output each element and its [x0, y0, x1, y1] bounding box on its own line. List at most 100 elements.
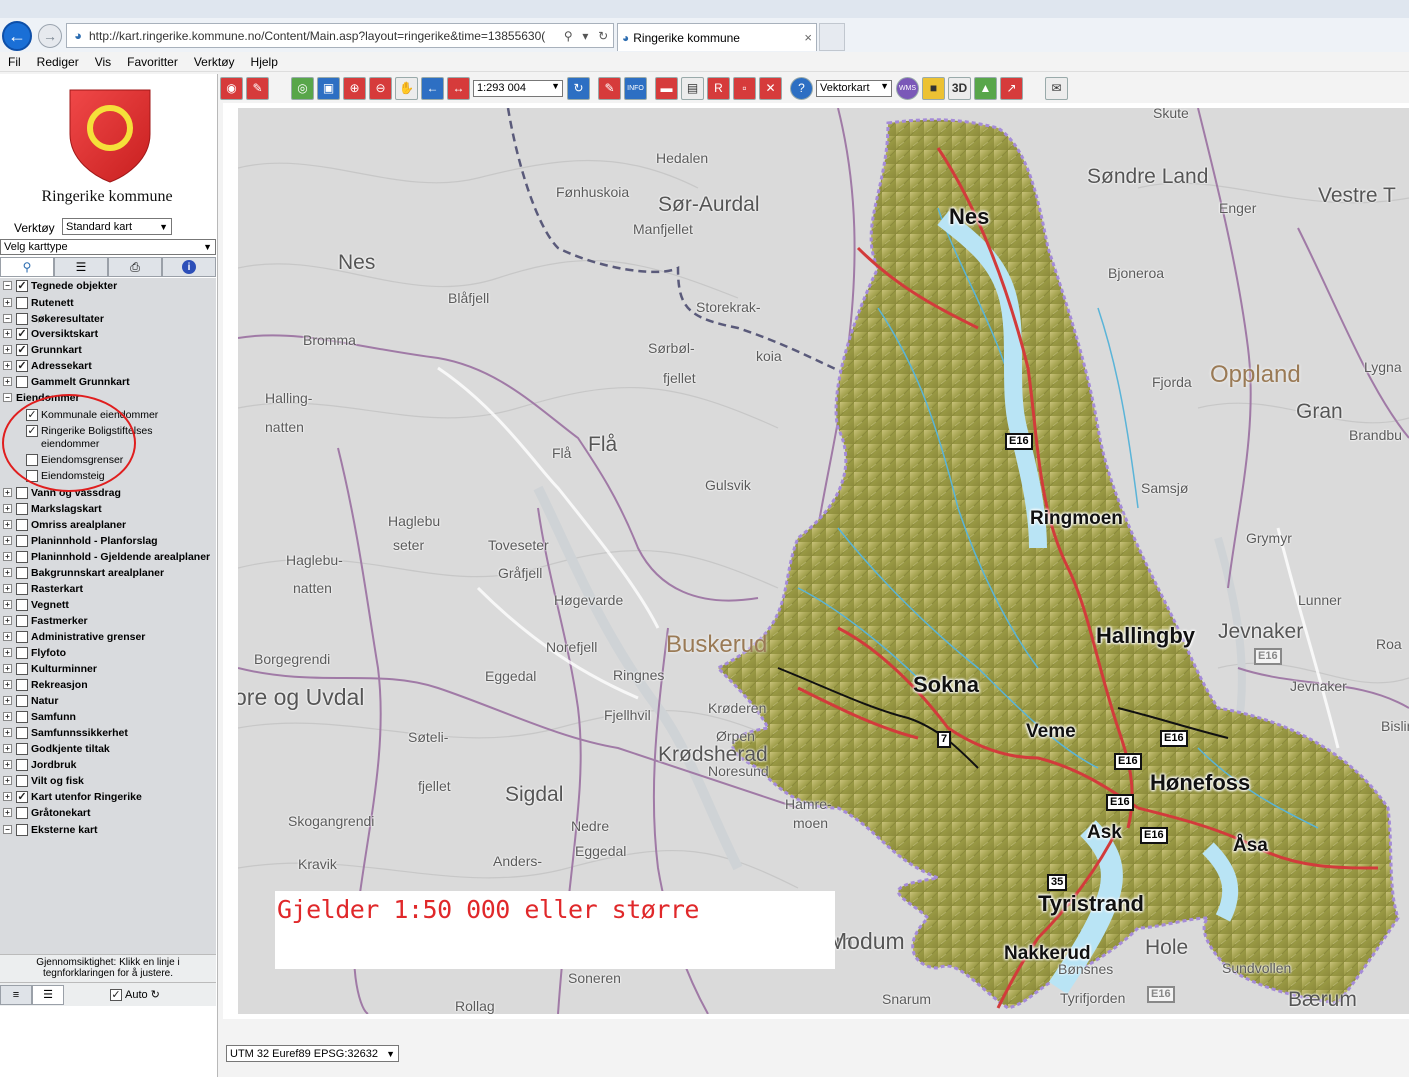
scale-tool-button[interactable]: ↔ — [447, 76, 470, 100]
expand-toggle-icon[interactable]: + — [3, 632, 12, 641]
layer-checkbox[interactable] — [16, 296, 28, 309]
expand-toggle-icon[interactable]: + — [3, 696, 12, 705]
expand-toggle-icon[interactable]: + — [3, 744, 12, 753]
wms-button[interactable]: WMS — [896, 76, 919, 100]
profile-button[interactable]: ↗ — [1000, 76, 1023, 100]
layer-row[interactable]: + Samfunnssikkerhet — [0, 725, 128, 740]
list-view-tab[interactable]: ☰ — [32, 984, 64, 1005]
menu-item[interactable]: Favoritter — [119, 55, 186, 69]
layer-checkbox[interactable] — [16, 630, 28, 643]
binoculars-button[interactable]: ◉ — [220, 76, 243, 100]
url-text[interactable]: http://kart.ringerike.kommune.no/Content… — [89, 29, 559, 43]
layer-row[interactable]: + Planinnhold - Gjeldende arealplaner — [0, 549, 210, 564]
tab-legend[interactable]: ☰ — [54, 257, 108, 277]
lock-button[interactable]: ■ — [922, 76, 945, 100]
expand-toggle-icon[interactable]: + — [3, 728, 12, 737]
expand-toggle-icon[interactable]: + — [3, 552, 12, 561]
layer-row[interactable]: + Planinnhold - Planforslag — [0, 533, 158, 548]
map-canvas[interactable]: Hedalen Fønhuskoia Manfjellet Blåfjell B… — [238, 108, 1409, 1014]
layer-checkbox[interactable] — [16, 582, 28, 595]
scale-select[interactable]: 1:293 004 ▼ — [473, 79, 563, 97]
layer-row[interactable]: + Vilt og fisk — [0, 773, 84, 788]
forward-button[interactable]: → — [38, 24, 62, 48]
measure-button[interactable]: ✎ — [598, 76, 621, 100]
expand-toggle-icon[interactable]: + — [3, 584, 12, 593]
layer-checkbox[interactable] — [16, 518, 28, 531]
layer-checkbox[interactable] — [16, 502, 28, 515]
expand-toggle-icon[interactable]: + — [3, 616, 12, 625]
email-button[interactable]: ✉ — [1045, 76, 1068, 100]
expand-toggle-icon[interactable]: + — [3, 536, 12, 545]
layer-row[interactable]: + Gammelt Grunnkart — [0, 374, 130, 389]
expand-toggle-icon[interactable]: + — [3, 345, 12, 354]
layer-checkbox[interactable] — [16, 758, 28, 771]
layer-row[interactable]: − Søkeresultater — [0, 311, 104, 326]
full-extent-button[interactable]: ◎ — [291, 76, 314, 100]
layer-checkbox[interactable] — [16, 598, 28, 611]
layer-checkbox[interactable] — [16, 375, 28, 388]
expand-toggle-icon[interactable]: − — [3, 314, 12, 323]
zoom-out-button[interactable]: ⊖ — [369, 76, 392, 100]
layer-checkbox[interactable] — [16, 742, 28, 755]
layer-row[interactable]: + Natur — [0, 693, 58, 708]
infoland-button[interactable]: INFO — [624, 76, 647, 100]
expand-toggle-icon[interactable]: − — [3, 393, 12, 402]
terrain-button[interactable]: ▲ — [974, 76, 997, 100]
document-button[interactable]: ▤ — [681, 76, 704, 100]
clear-button[interactable]: ✕ — [759, 76, 782, 100]
refresh-icon[interactable]: ↻ — [598, 29, 608, 43]
layer-checkbox[interactable] — [16, 312, 28, 325]
expand-toggle-icon[interactable]: + — [3, 504, 12, 513]
tab-search[interactable]: ⚲ — [0, 257, 54, 277]
layer-checkbox[interactable]: ✓ — [16, 327, 28, 340]
auto-checkbox[interactable]: ✓ — [110, 988, 122, 1001]
expand-toggle-icon[interactable]: + — [3, 776, 12, 785]
expand-toggle-icon[interactable]: − — [3, 825, 12, 834]
layer-checkbox[interactable] — [16, 710, 28, 723]
expand-toggle-icon[interactable]: + — [3, 648, 12, 657]
tab-print[interactable]: ⎙ — [108, 257, 162, 277]
layer-row[interactable]: + Omriss arealplaner — [0, 517, 126, 532]
refresh-map-button[interactable]: ↻ — [567, 76, 590, 100]
layer-checkbox[interactable]: ✓ — [16, 279, 28, 292]
help-button[interactable]: ? — [790, 76, 813, 100]
layer-row[interactable]: + ✓ Grunnkart — [0, 342, 82, 357]
report-button[interactable]: R — [707, 76, 730, 100]
menu-item[interactable]: Fil — [0, 55, 29, 69]
layer-row[interactable]: + Godkjente tiltak — [0, 741, 110, 756]
address-bar[interactable]: ◕ http://kart.ringerike.kommune.no/Conte… — [66, 23, 614, 48]
layer-row[interactable]: + Rekreasjon — [0, 677, 88, 692]
layer-checkbox[interactable] — [16, 550, 28, 563]
karttype-select[interactable]: Velg karttype ▼ — [0, 239, 216, 255]
layer-row[interactable]: + Vegnett — [0, 597, 69, 612]
expand-toggle-icon[interactable]: + — [3, 488, 12, 497]
expand-toggle-icon[interactable]: + — [3, 568, 12, 577]
layer-row[interactable]: + Flyfoto — [0, 645, 66, 660]
layer-row[interactable]: + Rutenett — [0, 295, 74, 310]
expand-toggle-icon[interactable]: + — [3, 712, 12, 721]
menu-item[interactable]: Verktøy — [186, 55, 243, 69]
expand-toggle-icon[interactable]: + — [3, 600, 12, 609]
layer-row[interactable]: − Eksterne kart — [0, 822, 98, 837]
layer-row[interactable]: + Rasterkart — [0, 581, 83, 596]
layer-checkbox[interactable] — [16, 566, 28, 579]
layer-checkbox[interactable] — [16, 486, 28, 499]
expand-toggle-icon[interactable]: + — [3, 377, 12, 386]
tab-info[interactable]: i — [162, 257, 216, 277]
back-button[interactable]: ← — [2, 21, 32, 51]
tree-view-tab[interactable]: ≡ — [0, 984, 32, 1005]
expand-toggle-icon[interactable]: + — [3, 520, 12, 529]
layer-checkbox[interactable] — [16, 614, 28, 627]
layer-checkbox[interactable] — [16, 806, 28, 819]
previous-view-button[interactable]: ← — [421, 76, 444, 100]
layer-row[interactable]: + ✓ Kart utenfor Ringerike — [0, 789, 142, 804]
layer-checkbox[interactable] — [16, 662, 28, 675]
layer-row[interactable]: + Markslagskart — [0, 501, 102, 516]
eraser-button[interactable]: ✎ — [246, 76, 269, 100]
layer-row[interactable]: + Gråtonekart — [0, 805, 91, 820]
expand-toggle-icon[interactable]: + — [3, 792, 12, 801]
layer-checkbox[interactable]: ✓ — [16, 343, 28, 356]
expand-toggle-icon[interactable]: + — [3, 664, 12, 673]
layer-checkbox[interactable] — [16, 726, 28, 739]
layer-checkbox[interactable] — [16, 534, 28, 547]
